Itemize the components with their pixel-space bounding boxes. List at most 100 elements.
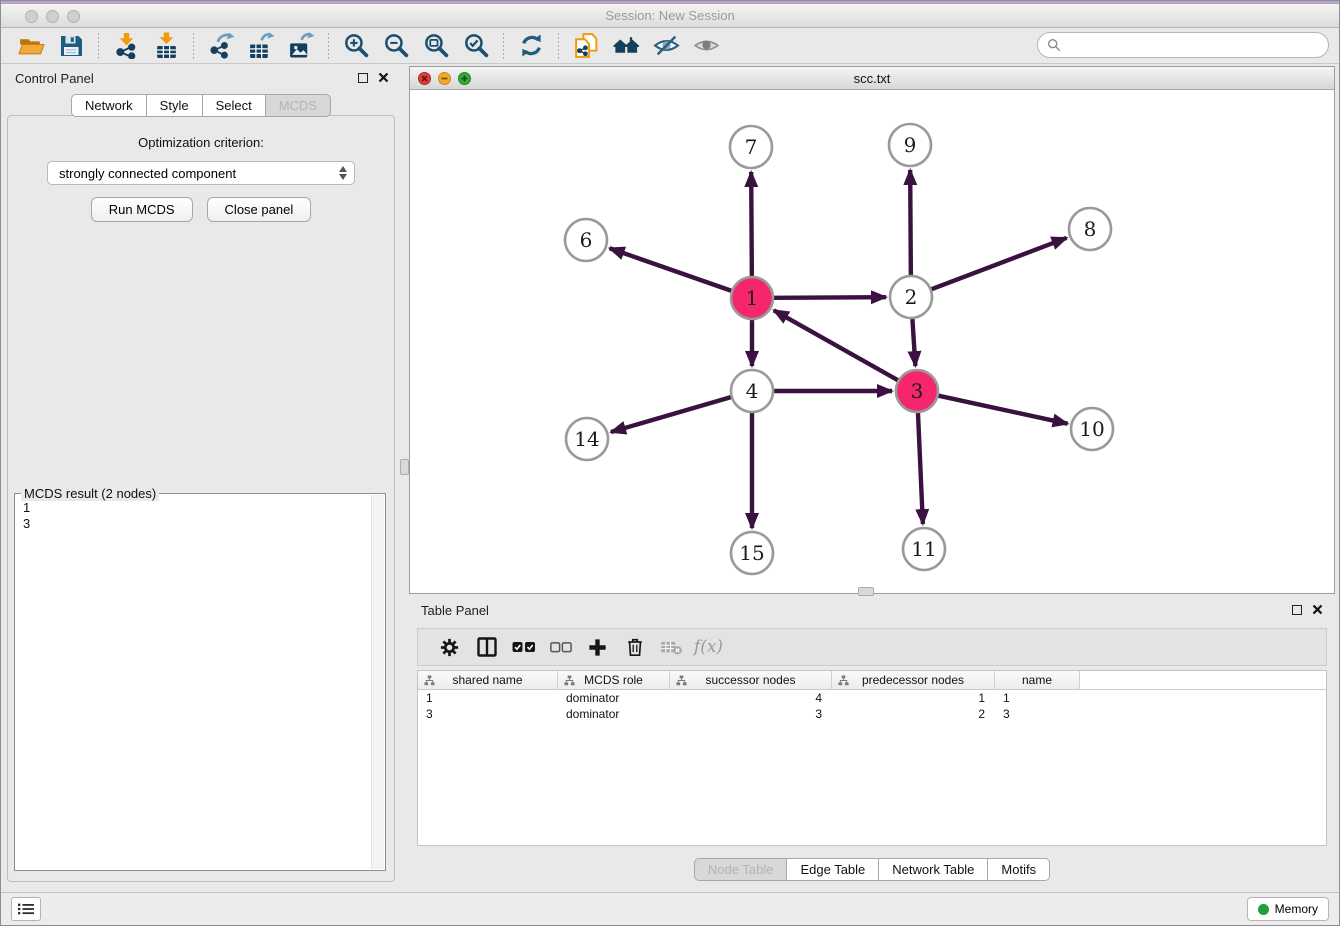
- close-panel-icon[interactable]: [378, 72, 389, 83]
- run-mcds-button[interactable]: Run MCDS: [91, 197, 193, 222]
- node-2[interactable]: 2: [890, 276, 932, 318]
- search-box[interactable]: [1037, 32, 1329, 58]
- toolbar-separator: [98, 33, 99, 59]
- tab-motifs[interactable]: Motifs: [987, 858, 1050, 881]
- svg-text:11: 11: [911, 537, 936, 561]
- edge-1-6[interactable]: [610, 248, 732, 290]
- first-neighbors-button[interactable]: [606, 30, 646, 62]
- close-panel-button[interactable]: Close panel: [207, 197, 312, 222]
- svg-text:6: 6: [580, 228, 593, 252]
- edge-2-8[interactable]: [932, 238, 1067, 289]
- network-graph[interactable]: 1 2 3 4 6 7 8 9 10 11 14 15: [410, 90, 1334, 593]
- memory-button[interactable]: Memory: [1247, 897, 1329, 921]
- node-3[interactable]: 3: [896, 370, 938, 412]
- node-14[interactable]: 14: [566, 418, 608, 460]
- tab-node-table[interactable]: Node Table: [694, 858, 788, 881]
- node-1[interactable]: 1: [731, 277, 773, 319]
- column-header-label: MCDS role: [584, 673, 643, 687]
- save-session-button[interactable]: [51, 30, 91, 62]
- node-10[interactable]: 10: [1071, 408, 1113, 450]
- table-row[interactable]: 1dominator411: [418, 690, 1326, 706]
- column-header[interactable]: successor nodes: [670, 671, 832, 689]
- show-all-button[interactable]: [686, 30, 726, 62]
- criterion-select[interactable]: strongly connected component: [47, 161, 355, 185]
- svg-text:7: 7: [745, 135, 758, 159]
- node-8[interactable]: 8: [1069, 208, 1111, 250]
- memory-label: Memory: [1275, 902, 1318, 916]
- clone-network-button[interactable]: [566, 30, 606, 62]
- node-15[interactable]: 15: [731, 532, 773, 574]
- zoom-in-button[interactable]: [336, 30, 376, 62]
- network-titlebar: scc.txt: [410, 67, 1334, 90]
- mcds-panel: Optimization criterion: strongly connect…: [7, 115, 395, 882]
- table-cell: 3: [670, 706, 832, 722]
- panel-list-button[interactable]: [11, 897, 41, 921]
- delete-columns-button[interactable]: [616, 631, 653, 663]
- float-panel-icon[interactable]: [358, 73, 368, 83]
- result-scrollbar[interactable]: [371, 495, 384, 869]
- edge-3-10[interactable]: [938, 396, 1067, 424]
- search-input[interactable]: [1066, 37, 1328, 54]
- network-canvas[interactable]: 1 2 3 4 6 7 8 9 10 11 14 15: [410, 90, 1334, 593]
- svg-text:10: 10: [1079, 417, 1104, 441]
- search-icon: [1047, 38, 1061, 52]
- toolbar-separator: [193, 33, 194, 59]
- edge-1-2[interactable]: [774, 297, 886, 298]
- hide-selected-button[interactable]: [646, 30, 686, 62]
- edge-2-3[interactable]: [912, 319, 915, 366]
- node-9[interactable]: 9: [889, 124, 931, 166]
- zoom-fit-button[interactable]: [416, 30, 456, 62]
- import-table-button[interactable]: [146, 30, 186, 62]
- edge-2-9[interactable]: [910, 170, 911, 275]
- table-body: 1dominator4113dominator323: [418, 690, 1326, 722]
- table-cell: dominator: [558, 690, 670, 706]
- node-11[interactable]: 11: [903, 528, 945, 570]
- tab-style[interactable]: Style: [146, 94, 203, 117]
- tab-network[interactable]: Network: [71, 94, 147, 117]
- apply-layout-button[interactable]: [511, 30, 551, 62]
- table-cell: dominator: [558, 706, 670, 722]
- show-columns-button[interactable]: [468, 631, 505, 663]
- open-file-button[interactable]: [11, 30, 51, 62]
- close-table-panel-icon[interactable]: [1312, 604, 1323, 615]
- tab-network-table[interactable]: Network Table: [878, 858, 988, 881]
- node-7[interactable]: 7: [730, 126, 772, 168]
- vertical-splitter-handle[interactable]: [400, 459, 409, 475]
- edge-3-11[interactable]: [918, 413, 923, 524]
- control-panel-tabs: NetworkStyleSelectMCDS: [1, 94, 401, 117]
- zoom-out-button[interactable]: [376, 30, 416, 62]
- node-4[interactable]: 4: [731, 370, 773, 412]
- export-image-button[interactable]: [281, 30, 321, 62]
- horizontal-splitter-handle[interactable]: [858, 587, 874, 596]
- function-builder-button: f(x): [690, 631, 727, 663]
- deselect-all-rows-button[interactable]: [542, 631, 579, 663]
- edge-3-1[interactable]: [774, 310, 898, 380]
- table-toolbar: f(x): [417, 628, 1327, 666]
- memory-status-icon: [1258, 904, 1269, 915]
- table-row[interactable]: 3dominator323: [418, 706, 1326, 722]
- select-all-rows-button[interactable]: [505, 631, 542, 663]
- tab-select[interactable]: Select: [202, 94, 266, 117]
- add-column-button[interactable]: [579, 631, 616, 663]
- tab-mcds[interactable]: MCDS: [265, 94, 331, 117]
- control-panel: Control Panel NetworkStyleSelectMCDS Opt…: [1, 64, 401, 892]
- node-6[interactable]: 6: [565, 219, 607, 261]
- toolbar-separator: [558, 33, 559, 59]
- session-title: Session: New Session: [1, 8, 1339, 23]
- edge-1-7[interactable]: [751, 172, 752, 276]
- column-header[interactable]: name: [995, 671, 1080, 689]
- column-header[interactable]: shared name: [418, 671, 558, 689]
- mcds-result-title: MCDS result (2 nodes): [21, 486, 159, 501]
- export-network-button[interactable]: [201, 30, 241, 62]
- column-header[interactable]: predecessor nodes: [832, 671, 995, 689]
- zoom-selected-button[interactable]: [456, 30, 496, 62]
- column-header[interactable]: MCDS role: [558, 671, 670, 689]
- edge-4-14[interactable]: [611, 397, 731, 432]
- table-settings-button[interactable]: [431, 631, 468, 663]
- tab-edge-table[interactable]: Edge Table: [786, 858, 879, 881]
- export-table-button[interactable]: [241, 30, 281, 62]
- float-table-panel-icon[interactable]: [1292, 605, 1302, 615]
- session-titlebar: Session: New Session: [1, 4, 1339, 28]
- import-network-button[interactable]: [106, 30, 146, 62]
- table-cell: 3: [995, 706, 1080, 722]
